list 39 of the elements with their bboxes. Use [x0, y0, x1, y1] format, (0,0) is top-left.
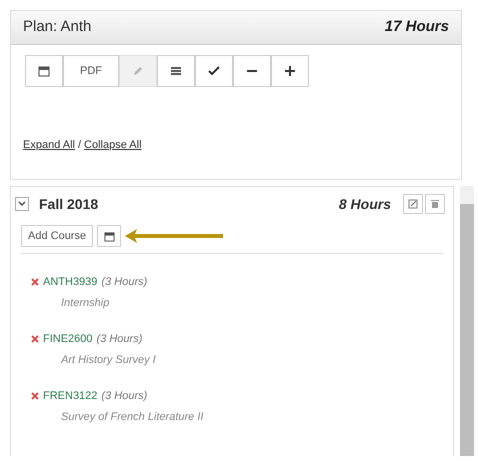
course-code: FINE2600 [43, 332, 93, 347]
remove-icon[interactable] [31, 278, 39, 286]
edit-button[interactable] [403, 194, 423, 214]
list-icon [170, 65, 182, 77]
trash-icon [430, 199, 440, 209]
term-hours: 8 Hours [338, 194, 391, 214]
calendar-button[interactable] [97, 225, 122, 247]
toolbar-button[interactable] [25, 55, 63, 87]
delete-button[interactable] [425, 194, 445, 214]
toolbar-button[interactable] [271, 55, 309, 87]
toolbar-button[interactable] [195, 55, 233, 87]
course-hours: (3 Hours) [101, 275, 148, 290]
add-course-button[interactable]: Add Course [21, 225, 94, 247]
plan-title: Plan: Anth [23, 17, 92, 38]
edit-icon [408, 199, 418, 209]
remove-icon[interactable] [31, 335, 39, 344]
chevron-icon [18, 201, 26, 207]
course-title: Art History Survey I [61, 352, 157, 368]
check-icon [208, 65, 220, 77]
calendar-icon [104, 230, 115, 242]
collapse-all-link[interactable]: Collapse All [84, 137, 142, 154]
plus-icon [284, 65, 296, 77]
course-title: Survey of French Literature II [61, 410, 204, 424]
term-name: Fall 2018 [39, 194, 98, 214]
course-hours: (3 Hours) [96, 332, 142, 347]
pencil-icon [132, 65, 144, 77]
plan-hours: 17 Hours [384, 17, 449, 38]
course-title: Internship [61, 296, 110, 310]
remove-icon[interactable] [31, 392, 39, 400]
toolbar-button[interactable] [157, 55, 195, 87]
expand-all-link[interactable]: Expand All [23, 137, 75, 154]
scrollbar[interactable] [460, 186, 474, 456]
course-hours: (3 Hours) [101, 389, 148, 404]
course-code: ANTH3939 [43, 275, 98, 290]
link-separator: / [78, 138, 82, 153]
collapse-toggle[interactable] [15, 197, 29, 211]
course-code: FREN3122 [43, 389, 98, 404]
calendar-icon [38, 65, 50, 77]
pdf-button[interactable]: PDF [63, 55, 119, 87]
